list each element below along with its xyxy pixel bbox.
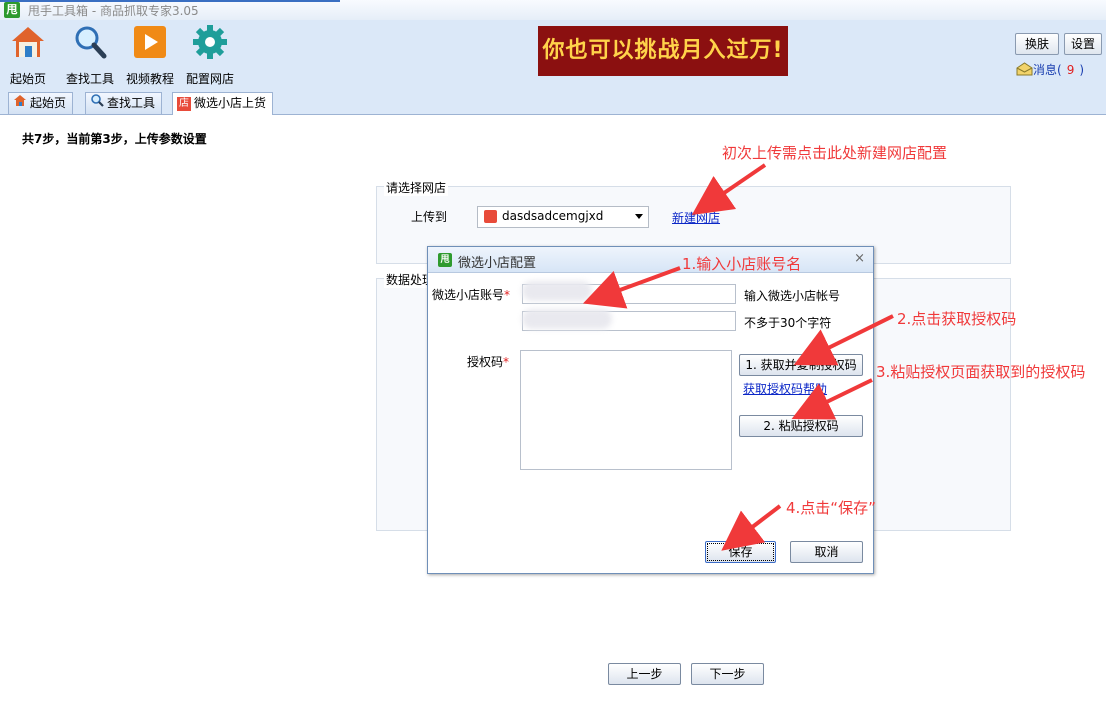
arrow-step3 bbox=[791, 378, 873, 420]
annotation-step3: 3.粘贴授权页面获取到的授权码 bbox=[876, 363, 1086, 381]
annotation-step4: 4.点击“保存” bbox=[786, 499, 876, 517]
arrow-step2 bbox=[793, 314, 894, 366]
arrow-step4 bbox=[721, 504, 782, 551]
annotation-arrows bbox=[582, 163, 894, 551]
annotation-step2: 2.点击获取授权码 bbox=[897, 310, 1017, 328]
annotation-step1: 1.输入小店账号名 bbox=[682, 255, 802, 273]
annotation-new-shop: 初次上传需点击此处新建网店配置 bbox=[722, 144, 948, 162]
arrow-step1 bbox=[582, 266, 681, 309]
arrow-new-shop bbox=[691, 163, 767, 216]
